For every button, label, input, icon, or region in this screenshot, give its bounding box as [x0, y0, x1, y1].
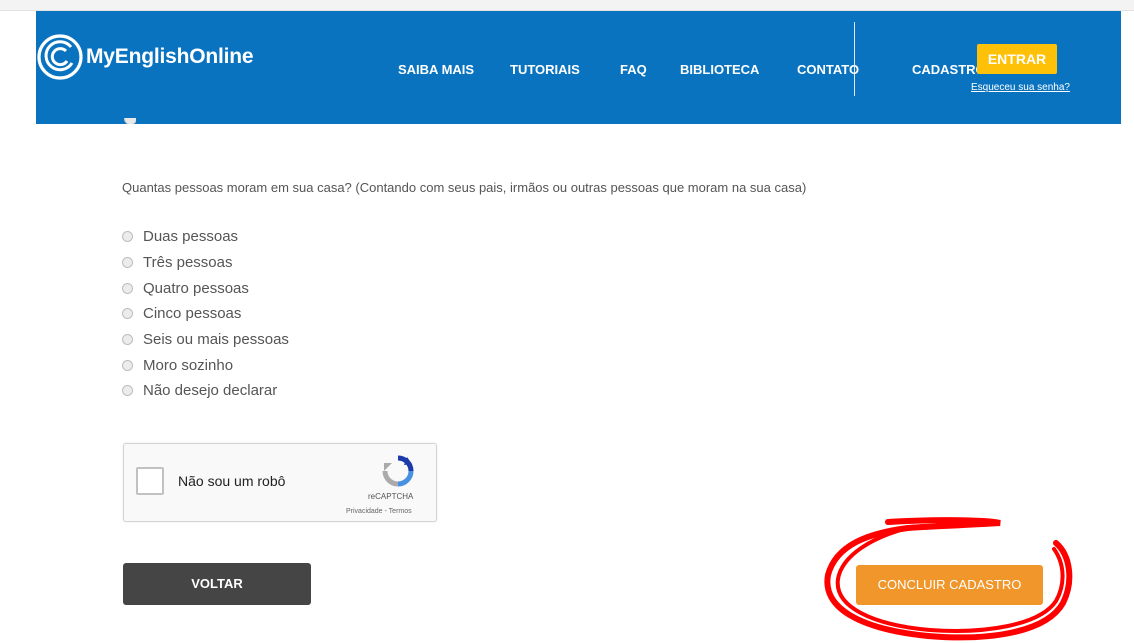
back-button[interactable]: VOLTAR	[123, 563, 311, 605]
option-moro-sozinho[interactable]: Moro sozinho	[122, 352, 289, 378]
recaptcha-checkbox[interactable]	[136, 467, 164, 495]
option-quatro-pessoas[interactable]: Quatro pessoas	[122, 275, 289, 301]
nav-cadastro[interactable]: CADASTRO	[912, 62, 986, 77]
nav-faq[interactable]: FAQ	[620, 62, 647, 77]
radio-button[interactable]	[122, 334, 133, 346]
entrar-button[interactable]: ENTRAR	[977, 44, 1057, 74]
nav-divider	[854, 22, 855, 96]
recaptcha-brand: reCAPTCHA	[368, 492, 414, 501]
radio-button[interactable]	[122, 257, 133, 269]
recaptcha-widget: Não sou um robô reCAPTCHA Privacidade - …	[123, 443, 437, 522]
radio-button[interactable]	[122, 231, 133, 243]
radio-button[interactable]	[122, 385, 133, 397]
radio-button[interactable]	[122, 308, 133, 320]
household-options: Duas pessoas Três pessoas Quatro pessoas…	[122, 224, 289, 404]
forgot-password-link[interactable]: Esqueceu sua senha?	[971, 82, 1070, 93]
recaptcha-label: Não sou um robô	[178, 473, 286, 489]
logo-text: MyEnglishOnline	[86, 45, 254, 68]
nav-saiba-mais[interactable]: SAIBA MAIS	[398, 62, 474, 77]
option-nao-declarar[interactable]: Não desejo declarar	[122, 378, 289, 404]
option-cinco-pessoas[interactable]: Cinco pessoas	[122, 301, 289, 327]
top-strip	[0, 0, 1134, 11]
option-seis-ou-mais[interactable]: Seis ou mais pessoas	[122, 327, 289, 353]
radio-button[interactable]	[122, 359, 133, 371]
nav-tutoriais[interactable]: TUTORIAIS	[510, 62, 580, 77]
recaptcha-legal-links[interactable]: Privacidade - Termos	[346, 508, 412, 515]
option-duas-pessoas[interactable]: Duas pessoas	[122, 224, 289, 250]
nav-contato[interactable]: CONTATO	[797, 62, 859, 77]
site-logo[interactable]: MyEnglishOnline	[36, 33, 254, 81]
nav-biblioteca[interactable]: BIBLIOTECA	[680, 62, 759, 77]
radio-button[interactable]	[122, 282, 133, 294]
question-label: Quantas pessoas moram em sua casa? (Cont…	[122, 180, 807, 195]
option-tres-pessoas[interactable]: Três pessoas	[122, 250, 289, 276]
recaptcha-logo-icon	[382, 455, 414, 487]
logo-swirl-icon	[37, 34, 83, 80]
radio-partial	[124, 118, 136, 124]
submit-registration-button[interactable]: CONCLUIR CADASTRO	[856, 565, 1043, 605]
